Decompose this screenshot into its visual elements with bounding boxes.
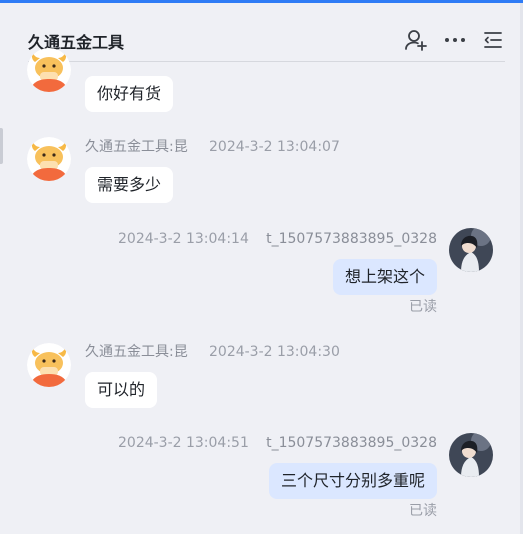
user-photo-icon [449,228,493,272]
message-timestamp: 2024-3-2 13:04:14 [118,231,249,247]
contact-avatar[interactable] [27,137,71,181]
mascot-avatar-icon [27,137,71,181]
sender-name: t_1507573883895_0328 [266,435,437,451]
user-avatar[interactable] [449,433,493,477]
message-bubble[interactable]: 想上架这个 [332,259,437,295]
panel-resize-handle[interactable] [0,128,3,164]
mascot-avatar-icon [27,343,71,387]
message-timestamp: 2024-3-2 13:04:07 [209,139,340,155]
header-divider [28,61,505,62]
menu-icon[interactable] [481,28,505,52]
sender-name: t_1507573883895_0328 [266,231,437,247]
user-photo-icon [449,433,493,477]
contact-avatar[interactable] [27,343,71,387]
message-timestamp: 2024-3-2 13:04:51 [118,435,249,451]
add-user-icon[interactable] [404,28,428,52]
message-timestamp: 2024-3-2 13:04:30 [209,344,340,360]
read-status: 已读 [409,503,437,519]
message-bubble[interactable]: 你好有货 [85,76,174,112]
message-bubble[interactable]: 可以的 [85,372,158,408]
more-icon[interactable] [443,28,467,52]
message-bubble[interactable]: 三个尺寸分别多重呢 [268,463,437,499]
mascot-avatar-icon [27,48,71,92]
chat-header: 久通五金工具 [0,3,520,61]
sender-name: 久通五金工具:昆 [85,344,188,360]
message-bubble[interactable]: 需要多少 [85,167,174,203]
read-status: 已读 [409,299,437,315]
contact-avatar[interactable] [27,48,71,92]
user-avatar[interactable] [449,228,493,272]
sender-name: 久通五金工具:昆 [85,139,188,155]
